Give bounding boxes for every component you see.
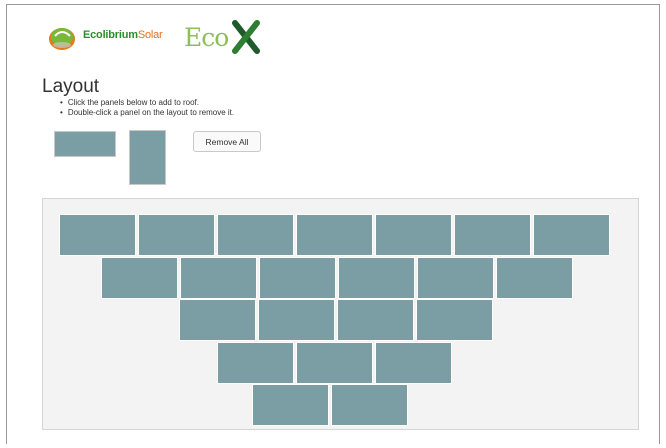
ecox-logo-x (232, 20, 260, 54)
roof-panel[interactable] (296, 341, 373, 384)
instructions-list: Click the panels below to add to roof. D… (60, 98, 234, 118)
ecox-logo: Eco (184, 20, 260, 56)
palette-panel-portrait[interactable] (129, 130, 166, 185)
roof-panel[interactable] (496, 256, 573, 299)
roof-panel[interactable] (337, 299, 414, 341)
roof-layout-area[interactable] (42, 198, 639, 430)
palette-panel-landscape[interactable] (54, 131, 116, 157)
roof-panel[interactable] (416, 299, 493, 341)
roof-panel[interactable] (258, 299, 335, 341)
ecolibrium-logo-icon (49, 28, 75, 50)
roof-panel[interactable] (375, 214, 452, 256)
roof-panel[interactable] (331, 384, 408, 426)
roof-panel[interactable] (59, 214, 136, 256)
roof-panel[interactable] (259, 256, 336, 299)
page-title: Layout (42, 76, 100, 97)
brand-name: EcolibriumSolar (83, 29, 163, 41)
ecox-logo-text: Eco (184, 23, 229, 52)
roof-panel[interactable] (252, 384, 329, 426)
instruction-add-panel: Click the panels below to add to roof. (60, 98, 234, 108)
instruction-remove-panel: Double-click a panel on the layout to re… (60, 108, 234, 118)
remove-all-button[interactable]: Remove All (193, 131, 261, 152)
roof-panel[interactable] (179, 299, 256, 341)
roof-panel[interactable] (217, 341, 294, 384)
roof-panel[interactable] (138, 214, 215, 256)
brand-name-part2: Solar (137, 29, 163, 41)
roof-panel[interactable] (217, 214, 294, 256)
roof-panel[interactable] (375, 341, 452, 384)
roof-panel[interactable] (533, 214, 610, 256)
roof-panel[interactable] (180, 256, 257, 299)
roof-panel[interactable] (296, 214, 373, 256)
roof-panel[interactable] (101, 256, 178, 299)
roof-panel[interactable] (417, 256, 494, 299)
roof-panel[interactable] (338, 256, 415, 299)
brand-name-part1: Ecolibrium (83, 29, 138, 41)
roof-panel[interactable] (454, 214, 531, 256)
